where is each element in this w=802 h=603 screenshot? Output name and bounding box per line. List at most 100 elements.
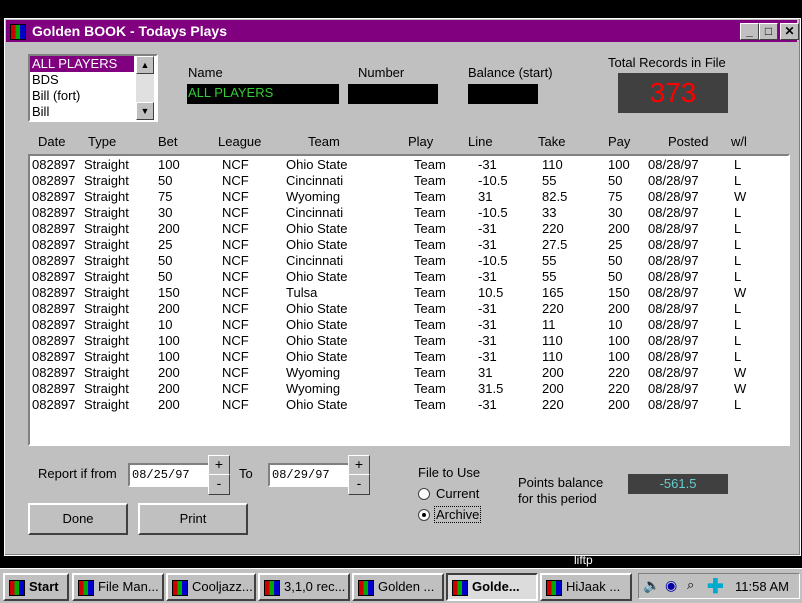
table-row[interactable]: 082897 Straight 100 NCF Ohio State Team -31 110… <box>30 333 788 349</box>
table-cell: 75 <box>608 189 623 204</box>
to-label: To <box>239 466 253 481</box>
to-plus-button[interactable]: + <box>348 455 370 476</box>
table-row[interactable]: 082897 Straight 100 NCF Ohio State Team -31 110… <box>30 349 788 365</box>
table-cell: 75 <box>158 189 173 204</box>
table-row[interactable]: 082897 Straight 75 NCF Wyoming Team 31 82.5 75 08… <box>30 189 788 205</box>
table-cell: NCF <box>222 285 249 300</box>
tray-icon[interactable]: ◉ <box>665 577 677 594</box>
table-cell: Cincinnati <box>286 205 344 220</box>
table-cell: -31 <box>478 317 497 332</box>
cross-icon[interactable]: ✚ <box>707 574 724 599</box>
table-row[interactable]: 082897 Straight 50 NCF Cincinnati Team -10.5 55… <box>30 253 788 269</box>
app-icon <box>546 579 562 596</box>
table-row[interactable]: 082897 Straight 200 NCF Wyoming Team 31 200 220 0… <box>30 365 788 381</box>
table-row[interactable]: 082897 Straight 25 NCF Ohio State Team -31 27.5… <box>30 237 788 253</box>
table-cell: Ohio State <box>286 397 348 412</box>
player-list-item[interactable]: Bill (fort) <box>30 88 134 104</box>
table-row[interactable]: 082897 Straight 50 NCF Cincinnati Team -10.5 55… <box>30 173 788 189</box>
table-row[interactable]: 082897 Straight 200 NCF Ohio State Team -31 220… <box>30 221 788 237</box>
records-table[interactable]: 082897 Straight 100 NCF Ohio State Team -31 110… <box>28 154 790 446</box>
to-date-input[interactable]: 08/29/97 <box>268 463 350 487</box>
listbox-scrollbar[interactable]: ▲ ▼ <box>136 56 154 120</box>
table-cell: 08/28/97 <box>648 221 699 236</box>
player-list-item[interactable]: BDS <box>30 72 134 88</box>
table-cell: NCF <box>222 173 249 188</box>
window-title: Golden BOOK - Todays Plays <box>32 23 228 39</box>
app-icon <box>452 579 468 596</box>
table-cell: 30 <box>158 205 173 220</box>
table-cell: L <box>734 397 742 412</box>
title-bar: Golden BOOK - Todays Plays _ □ ✕ <box>6 20 799 42</box>
table-cell: -31 <box>478 269 497 284</box>
taskbar-button-label: HiJaak ... <box>566 579 621 594</box>
table-cell: 082897 <box>32 381 76 396</box>
table-row[interactable]: 082897 Straight 200 NCF Ohio State Team -31 220… <box>30 397 788 413</box>
magnifier-icon[interactable]: ⌕ <box>687 577 694 593</box>
number-field[interactable] <box>348 84 438 104</box>
start-button[interactable]: Start <box>3 573 69 601</box>
column-header: Pay <box>608 134 631 149</box>
table-cell: 08/28/97 <box>648 205 699 220</box>
taskbar-button[interactable]: Golde... <box>446 573 538 601</box>
table-cell: 50 <box>608 173 623 188</box>
close-button[interactable]: ✕ <box>780 23 799 40</box>
table-row[interactable]: 082897 Straight 150 NCF Tulsa Team 10.5 165 150 0… <box>30 285 788 301</box>
table-cell: 220 <box>608 365 630 380</box>
table-cell: 08/28/97 <box>648 301 699 316</box>
table-row[interactable]: 082897 Straight 200 NCF Wyoming Team 31.5 200 22… <box>30 381 788 397</box>
table-cell: NCF <box>222 237 249 252</box>
player-list-item[interactable]: Bill <box>30 104 134 120</box>
table-cell: Ohio State <box>286 237 348 252</box>
table-cell: 082897 <box>32 221 76 236</box>
from-date-input[interactable]: 08/25/97 <box>128 463 210 487</box>
scroll-down-button[interactable]: ▼ <box>136 102 154 120</box>
speaker-icon[interactable]: 🔈 <box>643 577 660 594</box>
taskbar-button-label: Cooljazz... <box>192 579 253 594</box>
taskbar-button[interactable]: Cooljazz... <box>166 573 256 601</box>
table-row[interactable]: 082897 Straight 50 NCF Ohio State Team -31 55 50… <box>30 269 788 285</box>
taskbar-button[interactable]: 3,1,0 rec... <box>258 573 350 601</box>
print-button[interactable]: Print <box>138 503 248 535</box>
table-cell: Team <box>414 173 446 188</box>
app-icon <box>78 579 94 596</box>
table-row[interactable]: 082897 Straight 30 NCF Cincinnati Team -10.5 33… <box>30 205 788 221</box>
from-minus-button[interactable]: - <box>208 474 230 495</box>
taskbar-button-label: Golden ... <box>378 579 435 594</box>
table-cell: Straight <box>84 381 129 396</box>
table-cell: -10.5 <box>478 253 508 268</box>
scroll-up-button[interactable]: ▲ <box>136 56 154 74</box>
table-cell: Straight <box>84 317 129 332</box>
balance-field[interactable] <box>468 84 538 104</box>
taskbar-button[interactable]: HiJaak ... <box>540 573 632 601</box>
done-button[interactable]: Done <box>28 503 128 535</box>
name-field[interactable]: ALL PLAYERS <box>187 84 339 104</box>
table-cell: NCF <box>222 205 249 220</box>
table-cell: 082897 <box>32 317 76 332</box>
table-cell: 082897 <box>32 301 76 316</box>
taskbar-button-label: 3,1,0 rec... <box>284 579 346 594</box>
taskbar-button[interactable]: Golden ... <box>352 573 444 601</box>
minimize-button[interactable]: _ <box>740 23 759 40</box>
table-cell: Ohio State <box>286 157 348 172</box>
player-listbox[interactable]: ALL PLAYERS BDS Bill (fort) Bill ▲ ▼ <box>28 54 158 122</box>
table-cell: Team <box>414 221 446 236</box>
table-cell: 08/28/97 <box>648 349 699 364</box>
table-cell: -31 <box>478 397 497 412</box>
table-cell: -31 <box>478 221 497 236</box>
system-tray: 🔈 ◉ ⌕ ✚ 11:58 AM <box>638 573 800 599</box>
to-minus-button[interactable]: - <box>348 474 370 495</box>
table-row[interactable]: 082897 Straight 100 NCF Ohio State Team -31 110… <box>30 157 788 173</box>
column-header: Line <box>468 134 493 149</box>
column-header: w/l <box>731 134 747 149</box>
maximize-button[interactable]: □ <box>759 23 778 40</box>
from-plus-button[interactable]: + <box>208 455 230 476</box>
table-row[interactable]: 082897 Straight 200 NCF Ohio State Team -31 220… <box>30 301 788 317</box>
table-row[interactable]: 082897 Straight 10 NCF Ohio State Team -31 11 10… <box>30 317 788 333</box>
column-header: Date <box>38 134 66 149</box>
table-cell: 31 <box>478 365 493 380</box>
player-list-item[interactable]: ALL PLAYERS <box>30 56 134 72</box>
table-cell: 100 <box>608 349 630 364</box>
table-cell: 110 <box>542 157 563 172</box>
column-headers: Date Type Bet League Team Play Line Take Pay Post… <box>0 134 802 150</box>
taskbar-button[interactable]: File Man... <box>72 573 164 601</box>
